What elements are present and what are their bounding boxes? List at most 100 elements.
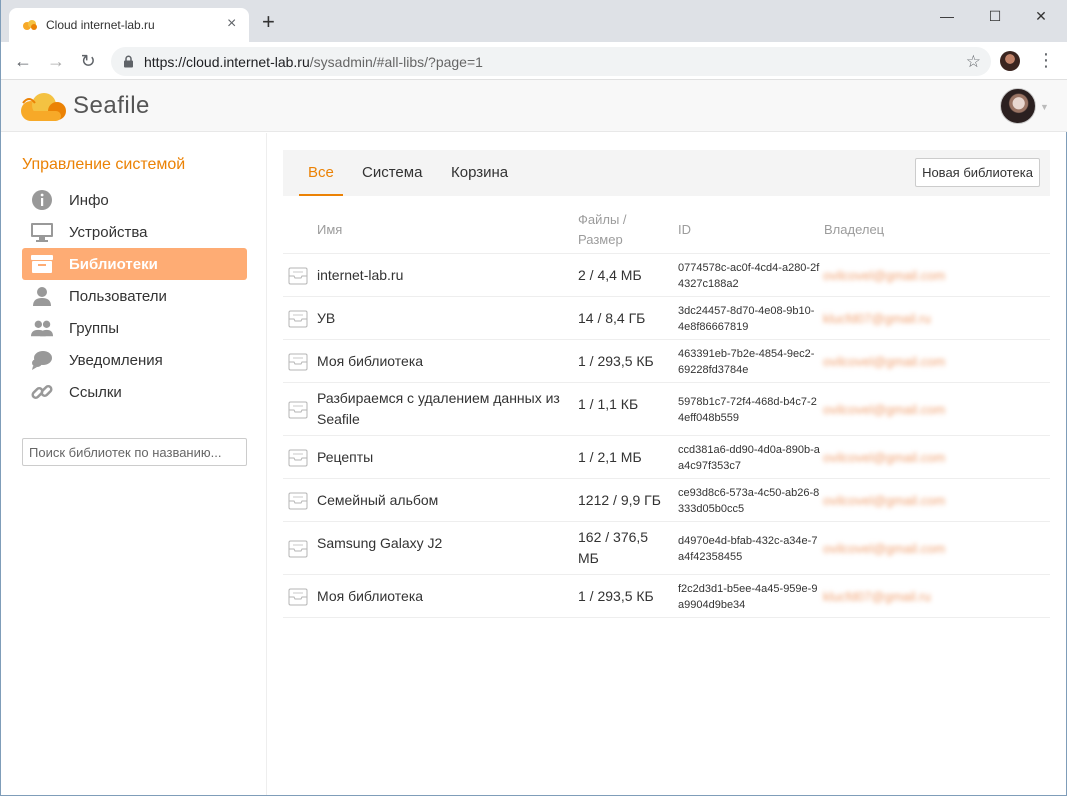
sidebar-item-label: Пользователи <box>69 287 167 305</box>
maximize-button[interactable]: ☐ <box>972 4 1018 28</box>
library-search-input[interactable] <box>22 438 247 466</box>
app-header: Seafile ▼ <box>1 80 1067 132</box>
tab-system[interactable]: Система <box>362 164 422 196</box>
seafile-logo-text: Seafile <box>73 92 150 120</box>
library-id: ce93d8c6-573a-4c50-ab26-8333d05b0cc5 <box>678 486 820 515</box>
logo-file: file <box>117 92 150 119</box>
owner-email[interactable]: klucfd07@gmail.ru <box>823 311 931 326</box>
owner-email[interactable]: ovilcovel@gmail.com <box>823 493 945 508</box>
lock-icon <box>124 55 133 68</box>
table-row[interactable]: Моя библиотека 1 / 293,5 КБ f2c2d3d1-b5ee-… <box>283 575 1050 618</box>
library-tabs-bar: Все Система Корзина Новая библиотека <box>283 150 1050 196</box>
library-name[interactable]: Разбираемся с удалением данных из Seafil… <box>317 388 567 430</box>
library-icon <box>288 540 308 557</box>
sidebar-item-label: Уведомления <box>69 351 163 369</box>
new-library-button[interactable]: Новая библиотека <box>915 158 1040 187</box>
library-icon <box>288 449 308 466</box>
logo-sea: Sea <box>73 92 118 119</box>
address-bar[interactable]: https://cloud.internet-lab.ru/sysadmin/#… <box>111 47 991 76</box>
table-row[interactable]: УВ 14 / 8,4 ГБ 3dc24457-8d70-4e08-9b10-4e8… <box>283 297 1050 340</box>
seafile-logo[interactable]: Seafile <box>17 88 150 124</box>
browser-window: Cloud internet-lab.ru × + — ☐ ✕ ← → ↻ ht… <box>0 0 1067 796</box>
library-id: 3dc24457-8d70-4e08-9b10-4e8f86667819 <box>678 304 815 333</box>
library-size: 1212 / 9,9 ГБ <box>578 492 661 508</box>
group-icon <box>31 317 53 339</box>
tab-strip: Cloud internet-lab.ru × + — ☐ ✕ <box>1 0 1067 42</box>
new-tab-button[interactable]: + <box>262 11 275 33</box>
library-name[interactable]: Рецепты <box>317 447 567 468</box>
sidebar-item-libraries[interactable]: Библиотеки <box>22 248 247 280</box>
table-row[interactable]: internet-lab.ru 2 / 4,4 МБ 0774578c-ac0f-4… <box>283 254 1050 297</box>
sidebar-item-devices[interactable]: Устройства <box>22 216 247 248</box>
back-arrow-icon[interactable]: ← <box>12 50 34 72</box>
library-name[interactable]: Семейный альбом <box>317 490 567 511</box>
sidebar-item-label: Группы <box>69 319 119 337</box>
library-size: 1 / 1,1 КБ <box>578 396 639 412</box>
library-icon <box>288 588 308 605</box>
library-size: 14 / 8,4 ГБ <box>578 310 646 326</box>
library-name[interactable]: Моя библиотека <box>317 586 567 607</box>
owner-email[interactable]: ovilcovel@gmail.com <box>823 450 945 465</box>
notification-icon <box>31 349 53 371</box>
minimize-button[interactable]: — <box>924 4 970 28</box>
sidebar-item-label: Ссылки <box>69 383 122 401</box>
library-size: 162 / 376,5 МБ <box>578 529 649 566</box>
browser-tab[interactable]: Cloud internet-lab.ru × <box>9 8 249 42</box>
sidebar-nav: Инфо Устройства Библиотеки Пользователи <box>22 184 247 408</box>
table-row[interactable]: Семейный альбом 1212 / 9,9 ГБ ce93d8c6-573… <box>283 479 1050 522</box>
column-files-size-line2: Размер <box>578 232 623 247</box>
column-id: ID <box>678 222 691 237</box>
library-size: 1 / 293,5 КБ <box>578 588 654 604</box>
owner-email[interactable]: ovilcovel@gmail.com <box>823 541 945 556</box>
table-row[interactable]: Моя библиотека 1 / 293,5 КБ 463391eb-7b2e-… <box>283 340 1050 383</box>
owner-email[interactable]: ovilcovel@gmail.com <box>823 268 945 283</box>
tab-title: Cloud internet-lab.ru <box>46 18 155 32</box>
bookmark-star-icon[interactable]: ☆ <box>966 52 981 72</box>
owner-email[interactable]: ovilcovel@gmail.com <box>823 402 945 417</box>
url-path: /sysadmin/#all-libs/?page=1 <box>309 54 483 70</box>
user-avatar[interactable] <box>1000 88 1036 124</box>
more-menu-icon[interactable]: ⋮ <box>1037 50 1055 70</box>
table-row[interactable]: Рецепты 1 / 2,1 МБ ccd381a6-dd90-4d0a-890b… <box>283 436 1050 479</box>
forward-arrow-icon[interactable]: → <box>45 50 67 72</box>
tab-trash[interactable]: Корзина <box>451 164 508 196</box>
library-name[interactable]: УВ <box>317 308 567 329</box>
close-window-button[interactable]: ✕ <box>1018 4 1064 28</box>
sidebar-item-label: Библиотеки <box>69 255 158 273</box>
table-header: Имя Файлы / Размер ID Владелец <box>283 206 1050 254</box>
sidebar-item-notifications[interactable]: Уведомления <box>22 344 247 376</box>
library-name[interactable]: Samsung Galaxy J2 <box>317 533 567 554</box>
link-icon <box>31 381 53 403</box>
sidebar-item-label: Инфо <box>69 191 109 209</box>
seafile-favicon-icon <box>23 20 37 30</box>
user-icon <box>31 285 53 307</box>
column-owner: Владелец <box>824 222 885 237</box>
table-row[interactable]: Samsung Galaxy J2 162 / 376,5 МБ d4970e4d-… <box>283 522 1050 575</box>
sidebar-item-users[interactable]: Пользователи <box>22 280 247 312</box>
owner-email[interactable]: klucfd07@gmail.ru <box>823 589 931 604</box>
url-host: https://cloud.internet-lab.ru <box>144 54 310 70</box>
library-icon <box>31 253 53 275</box>
sidebar-title: Управление системой <box>22 156 186 173</box>
table-row[interactable]: Разбираемся с удалением данных из Seafil… <box>283 383 1050 436</box>
sidebar-item-info[interactable]: Инфо <box>22 184 247 216</box>
chevron-down-icon[interactable]: ▼ <box>1040 102 1049 112</box>
library-icon <box>288 267 308 284</box>
sidebar-item-label: Устройства <box>69 223 148 241</box>
column-name[interactable]: Имя <box>317 220 342 240</box>
library-name[interactable]: Моя библиотека <box>317 351 567 372</box>
library-name[interactable]: internet-lab.ru <box>317 265 567 286</box>
tab-all[interactable]: Все <box>299 164 343 196</box>
profile-avatar-icon[interactable] <box>1000 51 1020 71</box>
url-text: https://cloud.internet-lab.ru/sysadmin/#… <box>144 54 483 70</box>
library-id: 463391eb-7b2e-4854-9ec2-69228fd3784e <box>678 347 815 376</box>
reload-icon[interactable]: ↻ <box>77 50 99 72</box>
sidebar-item-groups[interactable]: Группы <box>22 312 247 344</box>
monitor-icon <box>31 221 53 243</box>
owner-email[interactable]: ovilcovel@gmail.com <box>823 354 945 369</box>
column-files-size-line1[interactable]: Файлы / <box>578 210 627 230</box>
sidebar-item-links[interactable]: Ссылки <box>22 376 247 408</box>
library-size: 1 / 293,5 КБ <box>578 353 654 369</box>
library-size: 1 / 2,1 МБ <box>578 449 642 465</box>
close-tab-icon[interactable]: × <box>227 15 236 33</box>
